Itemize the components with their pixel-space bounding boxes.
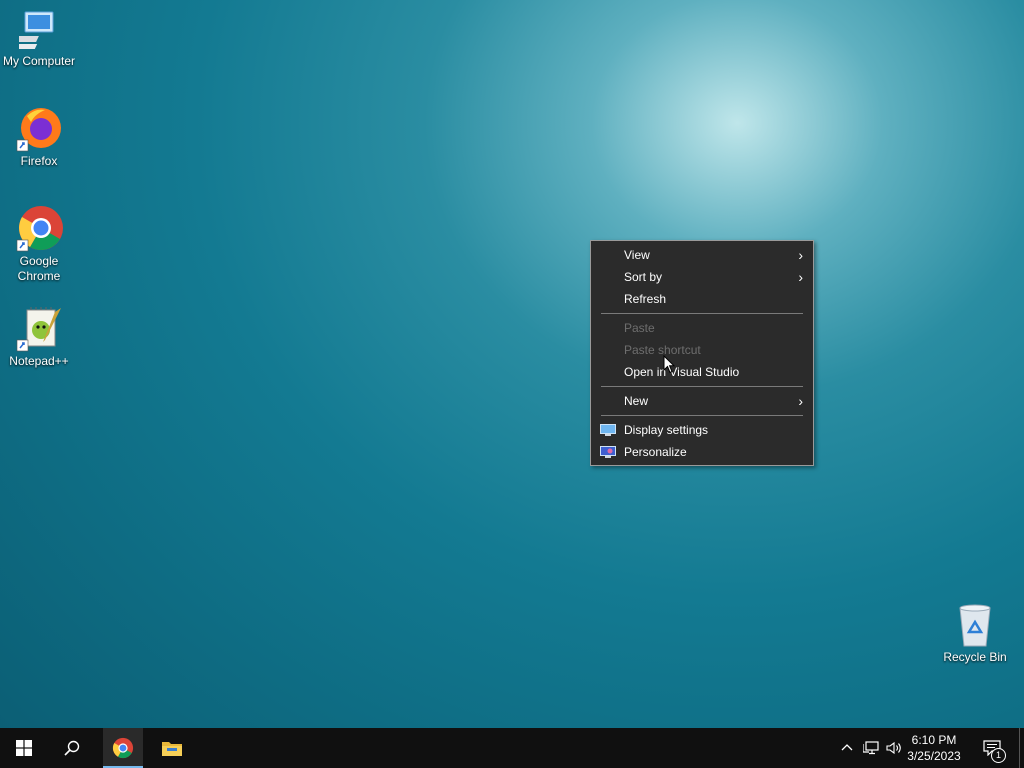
desktop-icon-my-computer[interactable]: My Computer [1, 10, 77, 69]
desktop-context-menu: View › Sort by › Refresh Paste Paste sho… [590, 240, 814, 466]
recycle-bin-icon [959, 604, 991, 647]
show-hidden-icons-button[interactable] [838, 728, 856, 768]
chevron-right-icon: › [798, 269, 803, 285]
taskbar-app-chrome[interactable] [103, 728, 143, 768]
folder-icon [162, 742, 182, 756]
network-tray-icon[interactable] [861, 728, 881, 768]
desktop-icon-label: My Computer [2, 54, 76, 68]
search-button[interactable] [48, 728, 96, 768]
display-icon [600, 424, 616, 436]
menu-item-view[interactable]: View › [591, 244, 813, 266]
menu-item-personalize[interactable]: Personalize [591, 441, 813, 463]
desktop-icon-firefox[interactable]: Firefox [1, 106, 77, 169]
menu-item-paste-shortcut: Paste shortcut [591, 339, 813, 361]
desktop-icon-notepad-plus-plus[interactable]: Notepad++ [1, 306, 77, 369]
clock-time: 6:10 PM [911, 733, 957, 747]
network-icon [863, 741, 879, 755]
desktop-icon-google-chrome[interactable]: Google Chrome [1, 204, 77, 284]
menu-item-label: View [624, 248, 650, 262]
mouse-cursor-icon [663, 355, 675, 374]
menu-separator [601, 313, 803, 314]
menu-item-label: Refresh [624, 292, 667, 306]
menu-item-new[interactable]: New › [591, 390, 813, 412]
show-desktop-button[interactable] [1019, 728, 1024, 768]
menu-item-label: New [624, 394, 649, 408]
chevron-right-icon: › [798, 247, 803, 263]
chrome-icon [112, 737, 134, 759]
menu-item-label: Open in Visual Studio [624, 365, 740, 379]
action-center-button[interactable]: 1 [978, 728, 1018, 768]
taskbar: 6:10 PM 3/25/2023 1 [0, 728, 1024, 768]
chrome-icon [16, 206, 63, 252]
menu-item-display-settings[interactable]: Display settings [591, 419, 813, 441]
menu-item-refresh[interactable]: Refresh [591, 288, 813, 310]
taskbar-clock[interactable]: 6:10 PM 3/25/2023 [902, 732, 966, 764]
clock-date: 3/25/2023 [907, 749, 961, 763]
firefox-icon [16, 108, 61, 152]
speaker-icon [886, 741, 901, 755]
menu-item-paste: Paste [591, 317, 813, 339]
menu-item-label: Personalize [624, 445, 687, 459]
menu-separator [601, 386, 803, 387]
search-icon [64, 740, 80, 756]
menu-item-sort-by[interactable]: Sort by › [591, 266, 813, 288]
start-button[interactable] [0, 728, 48, 768]
menu-item-label: Display settings [624, 423, 709, 437]
desktop-icon-label: Firefox [20, 154, 58, 168]
notepad-plus-plus-icon [16, 307, 61, 352]
computer-icon [19, 11, 54, 49]
desktop-icon-label: Google Chrome [17, 254, 61, 283]
notification-count-badge: 1 [991, 748, 1006, 763]
menu-item-open-in-visual-studio[interactable]: Open in Visual Studio [591, 361, 813, 383]
menu-separator [601, 415, 803, 416]
menu-item-label: Paste [624, 321, 655, 335]
windows-logo-icon [16, 740, 32, 756]
chevron-right-icon: › [798, 393, 803, 409]
desktop-icon-recycle-bin[interactable]: Recycle Bin [937, 602, 1013, 665]
chevron-up-icon [841, 744, 853, 751]
volume-tray-icon[interactable] [884, 728, 904, 768]
desktop-icon-label: Notepad++ [9, 354, 69, 368]
desktop-icon-label: Recycle Bin [943, 650, 1007, 664]
menu-item-label: Sort by [624, 270, 663, 284]
personalize-icon [600, 446, 616, 458]
taskbar-app-file-explorer[interactable] [152, 728, 192, 768]
